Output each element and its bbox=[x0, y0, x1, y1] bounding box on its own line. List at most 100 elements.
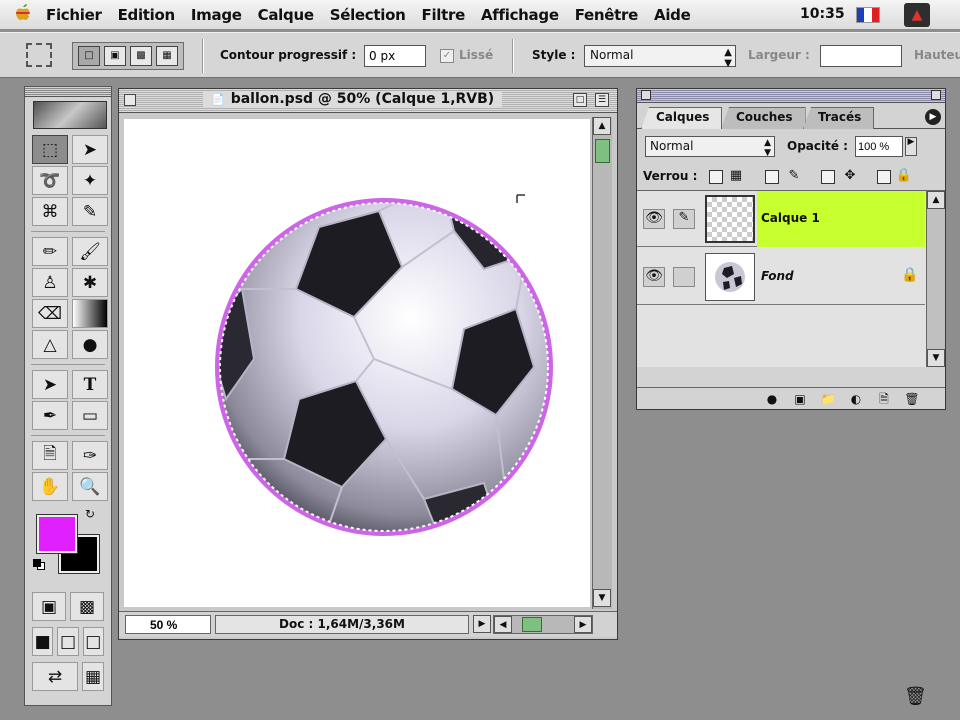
close-box-icon[interactable] bbox=[641, 90, 651, 100]
menu-aide[interactable]: Aide bbox=[654, 6, 691, 24]
adjustment-layer-icon[interactable]: ◐ bbox=[845, 391, 867, 407]
standard-mode-icon[interactable]: ▣ bbox=[32, 592, 66, 621]
status-menu-arrow-icon[interactable]: ▶ bbox=[473, 615, 491, 633]
eyedropper-tool-icon[interactable]: ✑ bbox=[72, 441, 108, 470]
magic-wand-tool-icon[interactable]: ✦ bbox=[72, 166, 108, 195]
palette-titlebar[interactable] bbox=[637, 89, 945, 103]
foreground-color-swatch[interactable] bbox=[36, 514, 78, 554]
lasso-tool-icon[interactable]: ➰ bbox=[32, 166, 68, 195]
image-canvas[interactable] bbox=[124, 119, 590, 607]
keyboard-language-flag-icon[interactable] bbox=[856, 7, 880, 23]
type-tool-icon[interactable]: T bbox=[72, 370, 108, 399]
menu-affichage[interactable]: Affichage bbox=[481, 6, 559, 24]
layer-list-scrollbar[interactable]: ▲ ▼ bbox=[926, 191, 945, 367]
horizontal-scrollbar[interactable]: ◀ ▶ bbox=[493, 615, 593, 634]
feather-input[interactable] bbox=[364, 45, 426, 67]
document-titlebar[interactable]: 📄 ballon.psd @ 50% (Calque 1,RVB) □ ☰ bbox=[119, 89, 617, 113]
visibility-eye-icon[interactable]: 👁 bbox=[643, 209, 665, 229]
standard-screen-mode-icon[interactable]: ■ bbox=[32, 627, 54, 656]
scroll-down-icon[interactable]: ▼ bbox=[593, 589, 611, 607]
active-layer-brush-icon[interactable]: ✎ bbox=[673, 209, 695, 229]
rectangle-shape-tool-icon[interactable]: ▭ bbox=[72, 401, 108, 430]
collapse-box-icon[interactable] bbox=[931, 90, 941, 100]
close-box-icon[interactable] bbox=[124, 94, 136, 106]
toolbox-titlebar[interactable] bbox=[25, 87, 111, 97]
brush-tool-icon[interactable]: 🖌 bbox=[72, 237, 108, 266]
opacity-input[interactable] bbox=[855, 136, 903, 157]
tab-calques[interactable]: Calques bbox=[641, 107, 723, 129]
opacity-slider-icon[interactable]: ▶ bbox=[905, 137, 917, 156]
notes-tool-icon[interactable]: 🗎 bbox=[32, 441, 68, 470]
dodge-tool-icon[interactable]: ● bbox=[72, 330, 108, 359]
slice-tool-icon[interactable]: ✎ bbox=[72, 197, 108, 226]
menu-calque[interactable]: Calque bbox=[258, 6, 314, 24]
add-to-selection-icon[interactable]: ▣ bbox=[104, 46, 126, 66]
app-logo-icon[interactable] bbox=[33, 101, 107, 129]
rectangular-marquee-tool-icon[interactable]: ⬚ bbox=[32, 135, 68, 164]
scroll-down-icon[interactable]: ▼ bbox=[927, 349, 945, 367]
lock-transparency-checkbox[interactable] bbox=[709, 170, 723, 184]
swap-colors-icon[interactable]: ↻ bbox=[85, 507, 95, 521]
move-tool-icon[interactable]: ➤ bbox=[72, 135, 108, 164]
antialias-checkbox[interactable]: ✓ bbox=[440, 49, 454, 63]
zoom-box-icon[interactable]: □ bbox=[573, 93, 587, 107]
menu-edition[interactable]: Edition bbox=[118, 6, 176, 24]
new-set-folder-icon[interactable]: 📁 bbox=[817, 391, 839, 407]
full-screen-menu-mode-icon[interactable]: □ bbox=[57, 627, 79, 656]
link-box[interactable] bbox=[673, 267, 695, 287]
scroll-left-icon[interactable]: ◀ bbox=[494, 616, 512, 633]
menu-selection[interactable]: Sélection bbox=[330, 6, 406, 24]
scroll-thumb[interactable] bbox=[522, 617, 542, 632]
trash-can-icon[interactable]: 🗑 bbox=[904, 686, 927, 707]
eraser-tool-icon[interactable]: ⌫ bbox=[32, 299, 68, 328]
healing-brush-tool-icon[interactable]: ✏ bbox=[32, 237, 68, 266]
imageready-icon[interactable]: ▦ bbox=[82, 662, 104, 691]
scroll-right-icon[interactable]: ▶ bbox=[574, 616, 592, 633]
lock-image-checkbox[interactable] bbox=[765, 170, 779, 184]
history-brush-tool-icon[interactable]: ✱ bbox=[72, 268, 108, 297]
menubar-clock[interactable]: 10:35 bbox=[800, 6, 845, 22]
path-selection-tool-icon[interactable]: ➤ bbox=[32, 370, 68, 399]
scroll-up-icon[interactable]: ▲ bbox=[593, 117, 611, 135]
new-layer-icon[interactable]: 🗎 bbox=[873, 391, 895, 407]
new-selection-icon[interactable]: □ bbox=[78, 46, 100, 66]
add-mask-icon[interactable]: ▣ bbox=[789, 391, 811, 407]
clone-stamp-tool-icon[interactable]: ♙ bbox=[32, 268, 68, 297]
quick-mask-mode-icon[interactable]: ▩ bbox=[70, 592, 104, 621]
hand-tool-icon[interactable]: ✋ bbox=[32, 472, 68, 501]
menu-fichier[interactable]: Fichier bbox=[46, 6, 102, 24]
apple-menu-icon[interactable] bbox=[0, 2, 46, 27]
intersect-selection-icon[interactable]: ▦ bbox=[156, 46, 178, 66]
tab-couches[interactable]: Couches bbox=[721, 107, 806, 129]
collapse-box-icon[interactable]: ☰ bbox=[595, 93, 609, 107]
layer-row-fond[interactable]: 👁 Fond 🔒 bbox=[637, 249, 925, 305]
style-select[interactable]: Normal ▲ ▼ bbox=[584, 45, 736, 69]
zoom-level-field[interactable] bbox=[125, 615, 211, 634]
pen-tool-icon[interactable]: ✒ bbox=[32, 401, 68, 430]
application-switcher-icon[interactable]: ▲ bbox=[904, 3, 930, 27]
full-screen-mode-icon[interactable]: □ bbox=[82, 627, 104, 656]
tab-traces[interactable]: Tracés bbox=[803, 107, 875, 129]
layer-style-icon[interactable]: ● bbox=[761, 391, 783, 407]
zoom-tool-icon[interactable]: 🔍 bbox=[72, 472, 108, 501]
lock-all-checkbox[interactable] bbox=[877, 170, 891, 184]
gradient-tool-icon[interactable] bbox=[72, 299, 108, 328]
vertical-scrollbar[interactable]: ▲ ▼ bbox=[592, 117, 612, 609]
layer-row-calque-1[interactable]: 👁 ✎ Calque 1 bbox=[637, 191, 925, 247]
default-colors-icon[interactable] bbox=[33, 559, 47, 571]
menu-image[interactable]: Image bbox=[191, 6, 242, 24]
scroll-up-icon[interactable]: ▲ bbox=[927, 191, 945, 209]
jump-to-imageready-icon[interactable]: ⇄ bbox=[32, 662, 78, 691]
blend-mode-select[interactable]: Normal ▲ ▼ bbox=[645, 136, 775, 158]
width-input[interactable] bbox=[820, 45, 902, 67]
lock-position-checkbox[interactable] bbox=[821, 170, 835, 184]
palette-menu-icon[interactable]: ▶ bbox=[925, 109, 941, 125]
scroll-thumb[interactable] bbox=[595, 139, 610, 163]
visibility-eye-icon[interactable]: 👁 bbox=[643, 267, 665, 287]
subtract-from-selection-icon[interactable]: ▩ bbox=[130, 46, 152, 66]
trash-icon[interactable]: 🗑 bbox=[901, 391, 923, 407]
rect-marquee-preset-icon[interactable] bbox=[26, 43, 52, 67]
crop-tool-icon[interactable]: ⌘ bbox=[32, 197, 68, 226]
menu-fenetre[interactable]: Fenêtre bbox=[575, 6, 639, 24]
blur-tool-icon[interactable]: △ bbox=[32, 330, 68, 359]
